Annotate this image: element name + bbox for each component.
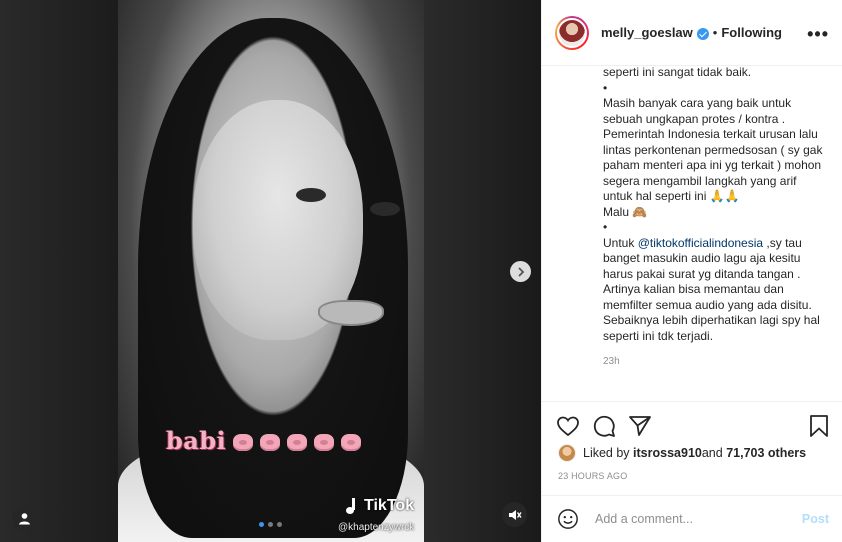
caption-bullet: •: [603, 80, 608, 95]
verified-badge-icon: [696, 27, 709, 40]
likes-middle: and: [701, 446, 723, 460]
bookmark-icon[interactable]: [807, 414, 831, 438]
user-icon: [19, 513, 30, 525]
caption-scroll-area[interactable]: seperti ini sangat tidak baik. • Masih b…: [542, 67, 842, 400]
tiktok-watermark: TikTok: [346, 497, 414, 515]
carousel-dot: [268, 522, 273, 527]
video-subject-eye: [370, 202, 400, 216]
chevron-right-icon: [517, 266, 524, 277]
liker-username-link[interactable]: itsrossa910: [633, 446, 702, 460]
video-subject-eye: [296, 188, 326, 202]
post-time[interactable]: 23 HOURS AGO: [558, 471, 627, 481]
liker-avatar[interactable]: [558, 444, 576, 462]
caption-paragraph: Untuk @tiktokofficialindonesia ,sy tau b…: [603, 236, 829, 345]
share-icon[interactable]: [628, 414, 652, 438]
caption-line: seperti ini sangat tidak baik.: [603, 67, 752, 79]
mention-link[interactable]: @tiktokofficialindonesia: [638, 236, 763, 250]
media-blur-left: [0, 0, 118, 542]
pig-icon: [233, 434, 254, 451]
following-button[interactable]: Following: [721, 25, 782, 40]
post-side-panel: melly_goeslaw • Following ••• seperti in…: [541, 0, 842, 542]
pig-icon: [314, 434, 335, 451]
video-overlay-caption: babi: [166, 426, 362, 455]
caption-text: Untuk: [603, 235, 638, 250]
mute-button[interactable]: [502, 502, 527, 527]
pig-icon: [341, 434, 362, 451]
tiktok-brand: TikTok: [364, 497, 415, 514]
comment-icon[interactable]: [592, 414, 616, 438]
username-link[interactable]: melly_goeslaw: [601, 25, 693, 40]
heart-icon[interactable]: [556, 414, 580, 438]
carousel-indicator: [259, 522, 282, 527]
comment-composer: Post: [542, 495, 842, 542]
caption-bullet: •: [603, 220, 608, 234]
pig-icon: [287, 434, 308, 451]
action-bar: [542, 401, 842, 441]
post-media[interactable]: babi TikTok @khaptenzywrck: [0, 0, 541, 542]
tiktok-handle: @khaptenzywrck: [338, 522, 415, 533]
pig-icon: [260, 434, 281, 451]
video-frame[interactable]: [118, 0, 424, 542]
likes-count-link[interactable]: 71,703 others: [726, 446, 806, 460]
post-comment-button[interactable]: Post: [802, 512, 829, 526]
story-ring[interactable]: [555, 15, 589, 50]
carousel-next-button[interactable]: [510, 261, 531, 282]
carousel-dot-active: [259, 522, 264, 527]
likes-summary: Liked by itsrossa910 and 71,703 others: [558, 444, 806, 462]
post-header: melly_goeslaw • Following •••: [542, 0, 842, 66]
caption-text: ,sy tau banget masukin audio lagu aja ke…: [603, 235, 820, 343]
caption-age: 23h: [603, 356, 620, 367]
header-separator: •: [712, 25, 718, 40]
tagged-users-button[interactable]: [12, 506, 37, 531]
likes-prefix: Liked by: [583, 446, 630, 460]
video-subject-mouth: [318, 300, 384, 326]
more-options-icon[interactable]: •••: [807, 24, 829, 45]
avatar[interactable]: [557, 17, 587, 48]
carousel-dot: [277, 522, 282, 527]
caption-paragraph-end: Malu 🙈: [603, 204, 648, 219]
comment-input[interactable]: [595, 512, 785, 526]
overlay-caption-text: babi: [166, 426, 227, 455]
speaker-muted-icon: [508, 509, 522, 520]
caption-paragraph: Masih banyak cara yang baik untuk sebuah…: [603, 96, 823, 203]
emoji-icon[interactable]: [557, 508, 579, 530]
tiktok-logo-icon: [346, 498, 360, 514]
